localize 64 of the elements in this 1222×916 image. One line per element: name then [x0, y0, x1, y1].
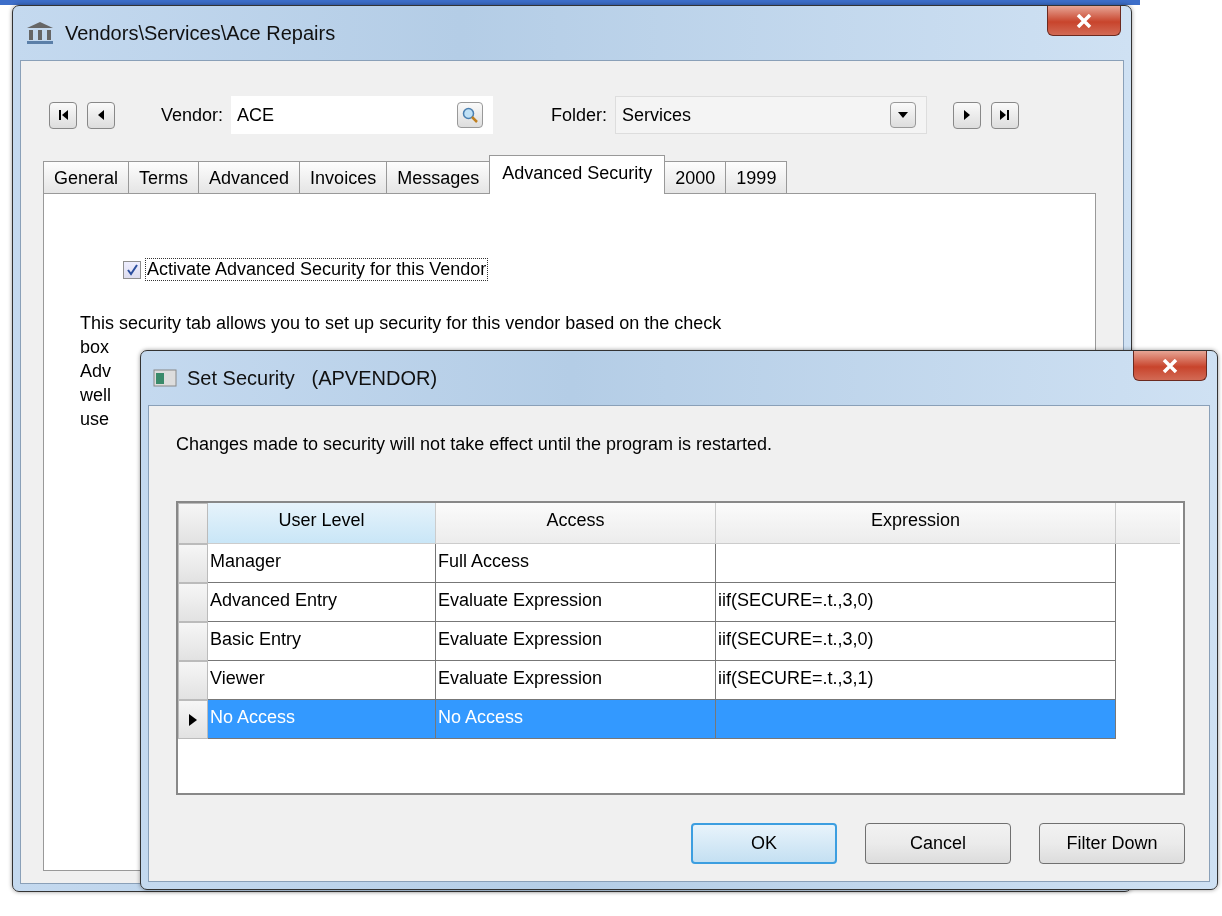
- tab[interactable]: 1999: [725, 161, 788, 194]
- close-button[interactable]: [1133, 351, 1207, 381]
- description-text: box: [80, 336, 110, 359]
- tab[interactable]: General: [43, 161, 130, 194]
- checkmark-icon: [126, 263, 138, 276]
- search-icon: [462, 107, 479, 123]
- row-header: [178, 503, 208, 544]
- close-icon: [1076, 13, 1092, 28]
- table-row[interactable]: Manager Full Access: [178, 544, 1183, 583]
- row-pointer-icon: [189, 713, 197, 726]
- last-record-button[interactable]: [991, 101, 1020, 129]
- tab[interactable]: Advanced Security: [489, 155, 666, 194]
- description-text: This security tab allows you to set up security for this vendor based on the check: [80, 312, 722, 335]
- table-row[interactable]: Advanced Entry Evaluate Expression iif(SECURE=.t.,3,0): [178, 583, 1183, 622]
- close-button[interactable]: [1047, 6, 1121, 36]
- tab[interactable]: Messages: [386, 161, 491, 194]
- table-cell: Manager: [208, 544, 436, 583]
- tab[interactable]: Invoices: [299, 161, 388, 194]
- table-cell: iif(SECURE=.t.,3,0): [716, 622, 1116, 661]
- dialog-button[interactable]: Filter Down: [1039, 823, 1185, 864]
- previous-record-button[interactable]: [87, 101, 115, 129]
- table-cell: No Access: [436, 700, 716, 739]
- table-cell: Evaluate Expression: [436, 583, 716, 622]
- column-header[interactable]: User Level: [208, 503, 436, 544]
- dropdown-caret-icon: [898, 112, 909, 118]
- folder-label: Folder:: [551, 104, 608, 126]
- skip-last-icon: [999, 109, 1012, 121]
- dialog-button[interactable]: Cancel: [865, 823, 1011, 864]
- window-title: Vendors\Services\Ace Repairs: [65, 21, 337, 45]
- column-header: [1116, 503, 1180, 544]
- table-cell: Full Access: [436, 544, 716, 583]
- table-cell: Evaluate Expression: [436, 622, 716, 661]
- lookup-button[interactable]: [457, 102, 484, 128]
- bank-building-icon: [25, 21, 55, 45]
- close-icon: [1162, 358, 1178, 373]
- tab[interactable]: Terms: [128, 161, 200, 194]
- tab[interactable]: 2000: [664, 161, 727, 194]
- first-record-button[interactable]: [49, 101, 77, 129]
- row-header: [178, 583, 208, 622]
- checkbox-label[interactable]: Activate Advanced Security for this Vendor: [145, 258, 489, 281]
- info-message: Changes made to security will not take effect until the program is restarted.: [176, 434, 773, 455]
- table-cell: No Access: [208, 700, 436, 739]
- table-cell: Advanced Entry: [208, 583, 436, 622]
- tab[interactable]: Advanced: [198, 161, 301, 194]
- vendor-field[interactable]: ACE: [231, 96, 494, 134]
- vendor-label: Vendor:: [161, 104, 224, 126]
- column-header[interactable]: Access: [436, 503, 716, 544]
- dialog-title: Set Security (APVENDOR): [187, 366, 439, 390]
- table-row[interactable]: Basic Entry Evaluate Expression iif(SECURE=.t.,3,0): [178, 622, 1183, 661]
- description-text: well: [80, 384, 111, 407]
- row-header: [178, 622, 208, 661]
- next-record-button[interactable]: [953, 101, 982, 129]
- dialog-button[interactable]: OK: [691, 823, 837, 864]
- window-app-icon: [153, 368, 177, 388]
- row-header: [178, 544, 208, 583]
- row-header: [178, 661, 208, 700]
- table-cell: iif(SECURE=.t.,3,0): [716, 583, 1116, 622]
- checkbox[interactable]: [123, 260, 141, 279]
- description-text: use: [80, 408, 110, 431]
- folder-dropdown[interactable]: Services: [615, 96, 928, 134]
- skip-first-icon: [57, 109, 69, 121]
- column-header[interactable]: Expression: [716, 503, 1116, 544]
- table-cell: Basic Entry: [208, 622, 436, 661]
- description-text: Adv: [80, 360, 112, 383]
